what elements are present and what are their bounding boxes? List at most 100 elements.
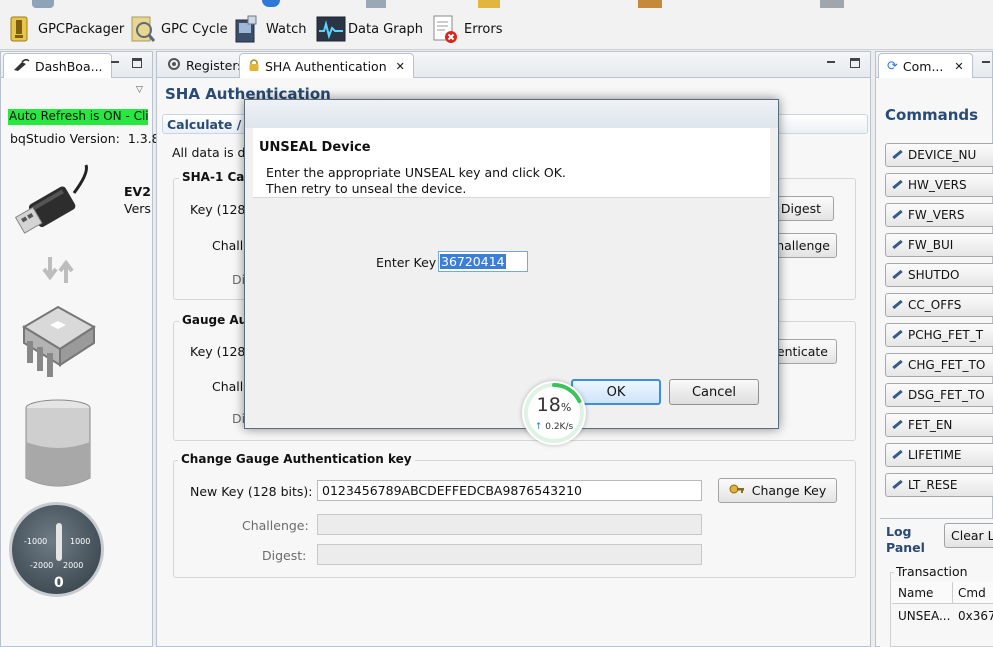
- gauge-needle: [56, 523, 62, 561]
- data-graph-button[interactable]: Data Graph: [316, 12, 423, 46]
- command-button[interactable]: DSG_FET_TO: [885, 383, 993, 407]
- partial-toolbar-icon[interactable]: [820, 0, 844, 8]
- cancel-button[interactable]: Cancel: [669, 379, 759, 405]
- command-button[interactable]: FET_EN: [885, 413, 993, 437]
- sha-section-title: Calculate / V: [167, 117, 256, 132]
- speed-rate-value: 0.2K/s: [545, 422, 574, 432]
- ok-label: OK: [606, 384, 626, 400]
- log-column-name[interactable]: Name: [898, 586, 933, 600]
- command-button[interactable]: FW_VERS: [885, 203, 993, 227]
- command-button[interactable]: HW_VERS: [885, 173, 993, 197]
- command-icon: [892, 390, 902, 400]
- gauge-auth-key-label: Key (128: [190, 344, 246, 359]
- auto-refresh-banner[interactable]: Auto Refresh is ON - Clic: [8, 109, 148, 125]
- clear-log-label: Clear L: [951, 528, 993, 543]
- upload-arrow-icon: ↑: [534, 422, 543, 432]
- maximize-button[interactable]: [850, 58, 860, 68]
- lock-icon: [248, 58, 260, 75]
- data-graph-icon: [316, 14, 346, 44]
- watch-label: Watch: [266, 21, 307, 37]
- new-key-input[interactable]: 0123456789ABCDEFFEDCBA9876543210: [317, 480, 702, 501]
- command-button-label: LIFETIME: [908, 448, 962, 462]
- clear-log-button[interactable]: Clear L: [944, 523, 993, 548]
- gauge-tick: 1000: [70, 537, 91, 546]
- command-icon: [892, 330, 902, 340]
- unseal-key-input[interactable]: 36720414: [438, 251, 528, 272]
- dialog-titlebar[interactable]: [245, 100, 778, 128]
- errors-icon: [432, 14, 458, 44]
- ev-label: EV2: [124, 184, 151, 199]
- gauge-tick: -1000: [24, 537, 48, 546]
- command-icon: [892, 210, 902, 220]
- gpcpackager-label: GPCPackager: [38, 21, 125, 37]
- gpc-cycle-button[interactable]: GPC Cycle: [129, 12, 228, 46]
- command-icon: [892, 240, 902, 250]
- dialog-header: UNSEAL Device Enter the appropriate UNSE…: [253, 128, 770, 198]
- sha1-key-label: Key (128: [190, 202, 246, 217]
- column-divider: [952, 582, 953, 604]
- command-icon: [892, 270, 902, 280]
- gauge-tick: -2000: [30, 561, 54, 570]
- partial-toolbar-icon[interactable]: [638, 0, 662, 8]
- command-button[interactable]: PCHG_FET_T: [885, 323, 993, 347]
- version-row: bqStudio Version: 1.3.8: [10, 131, 160, 146]
- unseal-key-value: 36720414: [440, 254, 506, 269]
- network-speed-widget[interactable]: 18% ↑ 0.2K/s: [522, 381, 586, 445]
- close-icon[interactable]: ✕: [954, 60, 963, 73]
- dialog-message-line2: Then retry to unseal the device.: [266, 181, 467, 196]
- close-icon[interactable]: ✕: [396, 60, 405, 73]
- command-button[interactable]: LIFETIME: [885, 443, 993, 467]
- command-button[interactable]: FW_BUI: [885, 233, 993, 257]
- partial-toolbar-icon[interactable]: [366, 0, 386, 8]
- change-key-button-label: Change Key: [751, 483, 827, 498]
- version-label: bqStudio Version:: [10, 131, 120, 146]
- errors-button[interactable]: Errors: [432, 12, 502, 46]
- command-button-label: DSG_FET_TO: [908, 388, 985, 402]
- new-key-label: New Key (128 bits):: [190, 484, 313, 499]
- gpcpackager-button[interactable]: GPCPackager: [6, 12, 124, 46]
- minimize-button[interactable]: [980, 56, 992, 68]
- tab-commands[interactable]: ⟳ Com... ✕: [878, 53, 973, 78]
- log-column-cmd[interactable]: Cmd: [958, 586, 986, 600]
- change-key-challenge-field: [317, 514, 702, 535]
- editor-tabbar: Registers SHA Authentication ✕: [157, 52, 870, 78]
- log-table-header: Name Cmd: [892, 582, 993, 604]
- partial-toolbar-icon[interactable]: [478, 0, 500, 8]
- usb-icon: [14, 163, 104, 238]
- maximize-button[interactable]: [132, 58, 142, 68]
- battery-icon: [24, 398, 92, 493]
- gauge-value: 0: [54, 575, 64, 591]
- main-toolbar: GPCPackager GPC Cycle Watch Data Graph E…: [0, 0, 993, 50]
- cancel-label: Cancel: [691, 384, 737, 400]
- dashboard-tab-label: DashBoa...: [35, 58, 103, 74]
- change-key-digest-field: [317, 544, 702, 565]
- partial-toolbar-icon[interactable]: [32, 0, 54, 8]
- view-menu-icon[interactable]: ▽: [136, 85, 143, 95]
- watch-button[interactable]: Watch: [234, 12, 306, 46]
- minimize-button[interactable]: [109, 56, 121, 68]
- command-button[interactable]: CC_OFFS: [885, 293, 993, 317]
- dashboard-tabbar: DashBoa...: [1, 52, 152, 78]
- change-key-button[interactable]: Change Key: [718, 478, 837, 503]
- minimize-button[interactable]: [825, 56, 837, 68]
- tab-dashboard[interactable]: DashBoa...: [3, 53, 112, 78]
- registers-icon: [167, 57, 181, 74]
- tab-sha-authentication[interactable]: SHA Authentication ✕: [239, 53, 414, 78]
- command-button-label: LT_RESE: [908, 478, 958, 492]
- command-button-label: HW_VERS: [908, 178, 967, 192]
- command-icon: [892, 300, 902, 310]
- command-button[interactable]: DEVICE_NU: [885, 143, 993, 167]
- digest-button-label: Digest: [780, 201, 821, 216]
- command-button[interactable]: SHUTDO: [885, 263, 993, 287]
- gauge-tick: 2000: [63, 561, 84, 570]
- change-key-challenge-label: Challenge:: [242, 518, 309, 533]
- command-icon: [892, 360, 902, 370]
- dialog-message-line1: Enter the appropriate UNSEAL key and cli…: [266, 165, 566, 180]
- partial-toolbar-icon[interactable]: [262, 0, 280, 7]
- sha-tab-label: SHA Authentication: [265, 58, 387, 74]
- table-row[interactable]: UNSEA... 0x367: [892, 606, 993, 628]
- command-button[interactable]: CHG_FET_TO: [885, 353, 993, 377]
- command-icon: [892, 450, 902, 460]
- command-button[interactable]: LT_RESE: [885, 473, 993, 497]
- command-button-label: FW_VERS: [908, 208, 965, 222]
